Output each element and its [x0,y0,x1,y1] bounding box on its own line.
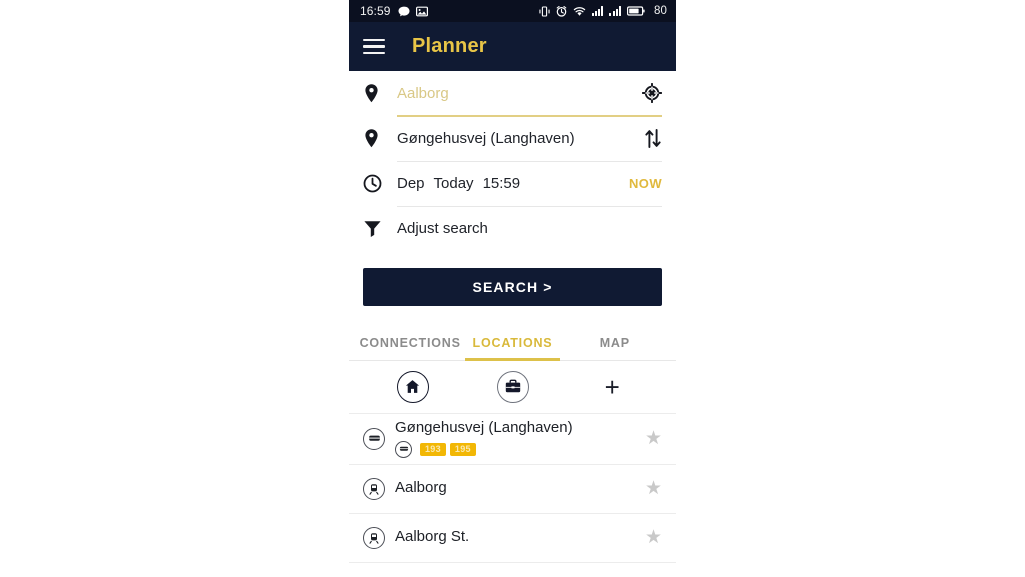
home-icon [396,370,429,403]
departure-time-parts: Dep Today 15:59 [397,175,629,192]
bus-stop-icon [395,440,412,458]
battery-icon [627,6,645,16]
adjust-search-label: Adjust search [397,220,488,238]
destination-field-row[interactable]: Gøngehusvej (Langhaven) [363,117,662,161]
favorite-star-icon[interactable]: ★ [645,479,662,498]
departure-day-label: Today [433,175,474,193]
swap-arrows-icon[interactable] [632,129,662,149]
map-pin-icon [363,128,397,149]
tab-locations[interactable]: LOCATIONS [461,327,563,361]
status-bar-system-icons: 80 [539,5,667,17]
location-details: Aalborg [395,479,637,498]
table-row[interactable]: Aalborg ★ [349,465,676,514]
wifi-icon [573,6,586,16]
map-pin-icon [363,83,397,104]
status-bar-clock: 16:59 [360,4,391,18]
message-icon [398,6,410,16]
destination-input[interactable]: Gøngehusvej (Langhaven) [397,130,632,147]
signal-sim2-icon [609,6,621,16]
work-shortcut-button[interactable] [463,370,563,403]
origin-field-row[interactable]: Aalborg [363,71,662,115]
tab-map[interactable]: MAP [564,327,666,360]
alarm-icon [556,5,567,17]
phone-screen: 16:59 80 Planner Aalborg Gøngehusvej (La… [349,0,676,577]
departure-clock-label: 15:59 [482,175,521,193]
filter-funnel-icon [363,219,397,238]
bus-stop-icon [363,427,385,450]
location-lines: 193 195 [395,440,637,458]
location-name: Aalborg [395,479,447,497]
vibrate-icon [539,5,550,17]
search-button[interactable]: SEARCH > [363,267,662,306]
departure-time-text: Dep Today 15:59 [397,175,629,192]
result-tabs: CONNECTIONS LOCATIONS MAP [349,327,676,361]
table-row[interactable]: Aalborg St. ★ [349,514,676,563]
app-bar: Planner [349,22,676,71]
location-name: Aalborg St. [395,528,470,546]
hamburger-menu-icon[interactable] [363,38,385,55]
status-bar-notification-icons [398,6,428,17]
signal-sim1-icon [591,6,604,16]
quick-actions-bar: + [349,361,676,414]
adjust-search-row[interactable]: Adjust search [363,207,662,251]
battery-percent-label: 80 [654,5,667,17]
screenshot-canvas: 16:59 80 Planner Aalborg Gøngehusvej (La… [0,0,1025,577]
page-title: Planner [412,35,487,57]
train-station-icon [363,526,385,549]
clock-icon [363,174,397,193]
briefcase-icon [496,370,529,403]
tab-connections[interactable]: CONNECTIONS [359,327,461,360]
table-row[interactable]: Gøngehusvej (Langhaven) 193 195 ★ [349,414,676,465]
gps-crosshair-icon[interactable] [632,83,662,103]
location-name: Gøngehusvej (Langhaven) [395,419,573,437]
hamburger-line [363,45,385,48]
home-shortcut-button[interactable] [363,370,463,403]
search-button-wrapper: SEARCH > [349,251,676,306]
image-icon [415,6,428,16]
journey-search-form: Aalborg Gøngehusvej (Langhaven) Dep Toda… [349,71,676,251]
hamburger-line [363,52,385,55]
train-station-icon [363,477,385,500]
departure-mode-label: Dep [397,175,425,193]
status-bar: 16:59 80 [349,0,676,22]
line-badge: 195 [449,442,476,457]
location-details: Aalborg St. [395,528,637,547]
departure-time-row[interactable]: Dep Today 15:59 NOW [363,162,662,206]
plus-icon: + [604,371,620,402]
location-details: Gøngehusvej (Langhaven) 193 195 [395,419,637,458]
origin-input[interactable]: Aalborg [397,85,632,102]
now-button[interactable]: NOW [629,176,662,191]
add-shortcut-button[interactable]: + [562,374,662,400]
favorite-star-icon[interactable]: ★ [645,528,662,547]
hamburger-line [363,38,385,41]
line-badge: 193 [420,442,446,457]
favorite-star-icon[interactable]: ★ [645,429,662,448]
